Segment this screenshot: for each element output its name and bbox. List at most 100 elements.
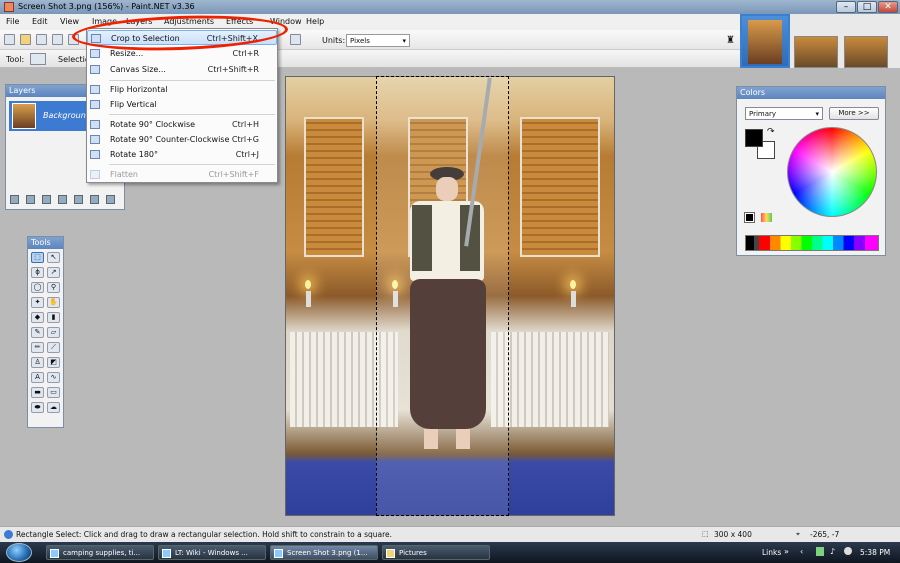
start-button[interactable] [6, 543, 32, 562]
paint-bucket-icon[interactable]: ◆ [31, 312, 44, 323]
recolor-icon[interactable]: ◩ [47, 357, 60, 368]
firefox-icon [50, 549, 59, 558]
primary-color-swatch[interactable] [745, 129, 763, 147]
antialias-icon[interactable] [290, 34, 301, 45]
menu-separator [109, 114, 275, 115]
show-hidden-icons-icon[interactable]: ‹ [800, 547, 803, 556]
eraser-icon[interactable]: ▱ [47, 327, 60, 338]
menu-separator [109, 80, 275, 81]
freeform-shape-icon[interactable]: ☁ [47, 402, 60, 413]
taskbar-item-wiki[interactable]: LT: Wiki - Windows ... [158, 545, 266, 560]
save-icon[interactable] [36, 34, 47, 45]
thumbnail-2[interactable] [794, 36, 838, 68]
close-button[interactable]: ✕ [878, 1, 898, 13]
duplicate-layer-icon[interactable] [42, 195, 51, 204]
menu-item-rotate-ccw[interactable]: Rotate 90° Counter-Clockwise Ctrl+G [87, 132, 277, 147]
status-bar: Rectangle Select: Click and drag to draw… [0, 526, 900, 542]
clock[interactable]: 5:38 PM [860, 548, 890, 557]
menu-item-flip-horizontal[interactable]: Flip Horizontal [87, 82, 277, 97]
candle-flame [305, 280, 311, 289]
candle [306, 291, 311, 307]
windows-taskbar: camping supplies, ti... LT: Wiki - Windo… [0, 542, 900, 563]
units-value: Pixels [350, 37, 370, 45]
thumbnail-3[interactable] [844, 36, 888, 68]
layer-properties-icon[interactable] [106, 195, 115, 204]
colors-panel: Colors Primary ▾ More >> ↷ [736, 86, 886, 256]
menu-view[interactable]: View [60, 17, 79, 26]
candle [571, 291, 576, 307]
thumbnail-active[interactable] [740, 14, 790, 68]
merge-layer-icon[interactable] [58, 195, 67, 204]
minimize-button[interactable]: – [836, 1, 856, 13]
volume-icon[interactable]: ♪ [830, 547, 835, 556]
menu-item-flatten: Flatten Ctrl+Shift+F [87, 167, 277, 182]
links-toolbar[interactable]: Links [762, 548, 781, 557]
zoom-icon[interactable]: ⚲ [47, 282, 60, 293]
color-mode-select[interactable]: Primary ▾ [745, 107, 823, 120]
tools-panel: Tools ⬚ ↖ ϕ ↗ ◯ ⚲ ✦ ✋ ◆ ▮ ✎ ▱ ✏ ⟋ ♙ ◩ A … [27, 236, 64, 428]
move-selection-icon[interactable]: ↖ [47, 252, 60, 263]
taskbar-item-pictures[interactable]: Pictures [382, 545, 490, 560]
menu-edit[interactable]: Edit [32, 17, 48, 26]
tool-picker-icon[interactable] [30, 53, 46, 65]
ellipse-shape-icon[interactable]: ⬬ [31, 402, 44, 413]
candle-flame [570, 280, 576, 289]
chevron-down-icon: ▾ [402, 37, 406, 45]
line-curve-icon[interactable]: ∿ [47, 372, 60, 383]
image-thumbnails [740, 14, 900, 68]
menu-item-flip-vertical[interactable]: Flip Vertical [87, 97, 277, 112]
canvas-size-icon [90, 65, 100, 74]
cursor-position-readout: -265, -7 [810, 530, 840, 539]
more-colors-button[interactable]: More >> [829, 107, 879, 120]
rectangle-shape-icon[interactable]: ▬ [31, 387, 44, 398]
window-title: Screen Shot 3.png (156%) - Paint.NET v3.… [18, 2, 195, 11]
taskbar-item-browser[interactable]: camping supplies, ti... [46, 545, 154, 560]
delete-layer-icon[interactable] [26, 195, 35, 204]
rectangle-selection[interactable] [376, 76, 509, 516]
system-tray-icon[interactable] [844, 547, 852, 555]
rounded-rectangle-icon[interactable]: ▭ [47, 387, 60, 398]
palette-menu-icon[interactable] [761, 213, 772, 222]
rectangle-select-icon[interactable]: ⬚ [31, 252, 44, 263]
status-text: Rectangle Select: Click and drag to draw… [16, 530, 393, 539]
menu-help[interactable]: Help [306, 17, 324, 26]
taskbar-item-paintnet[interactable]: Screen Shot 3.png (1... [270, 545, 378, 560]
maximize-button[interactable]: □ [857, 1, 877, 13]
color-picker-icon[interactable]: ⟋ [47, 342, 60, 353]
add-layer-icon[interactable] [10, 195, 19, 204]
rotate-180-icon [90, 150, 100, 159]
ellipse-select-icon[interactable]: ◯ [31, 282, 44, 293]
lasso-icon[interactable]: ϕ [31, 267, 44, 278]
move-down-icon[interactable] [90, 195, 99, 204]
swap-colors-icon[interactable]: ↷ [767, 127, 775, 137]
menu-item-canvas-size[interactable]: Canvas Size... Ctrl+Shift+R [87, 62, 277, 77]
gradient-icon[interactable]: ▮ [47, 312, 60, 323]
magic-wand-icon[interactable]: ✦ [31, 297, 44, 308]
new-file-icon[interactable] [4, 34, 15, 45]
pan-icon[interactable]: ✋ [47, 297, 60, 308]
flip-horizontal-icon [90, 85, 100, 94]
flip-vertical-icon [90, 100, 100, 109]
paintbrush-icon[interactable]: ✎ [31, 327, 44, 338]
network-icon[interactable] [816, 547, 824, 556]
folder-icon [386, 549, 395, 558]
color-wheel[interactable] [787, 127, 877, 217]
open-file-icon[interactable] [20, 34, 31, 45]
move-selected-icon[interactable]: ↗ [47, 267, 60, 278]
units-select[interactable]: Pixels ▾ [346, 34, 410, 47]
text-icon[interactable]: A [31, 372, 44, 383]
menu-file[interactable]: File [6, 17, 19, 26]
pencil-icon[interactable]: ✏ [31, 342, 44, 353]
move-up-icon[interactable] [74, 195, 83, 204]
title-bar: Screen Shot 3.png (156%) - Paint.NET v3.… [0, 0, 900, 14]
print-icon[interactable] [52, 34, 63, 45]
resize-icon [90, 49, 100, 58]
image-menu-dropdown: Crop to Selection Ctrl+Shift+X Resize...… [86, 28, 278, 183]
menu-item-rotate-cw[interactable]: Rotate 90° Clockwise Ctrl+H [87, 117, 277, 132]
color-palette[interactable] [745, 235, 879, 251]
expand-chevron-icon[interactable]: » [784, 547, 789, 556]
pin-icon[interactable]: ♜ [726, 35, 735, 46]
menu-item-rotate-180[interactable]: Rotate 180° Ctrl+J [87, 147, 277, 162]
reset-colors-icon[interactable] [744, 212, 755, 223]
clone-stamp-icon[interactable]: ♙ [31, 357, 44, 368]
